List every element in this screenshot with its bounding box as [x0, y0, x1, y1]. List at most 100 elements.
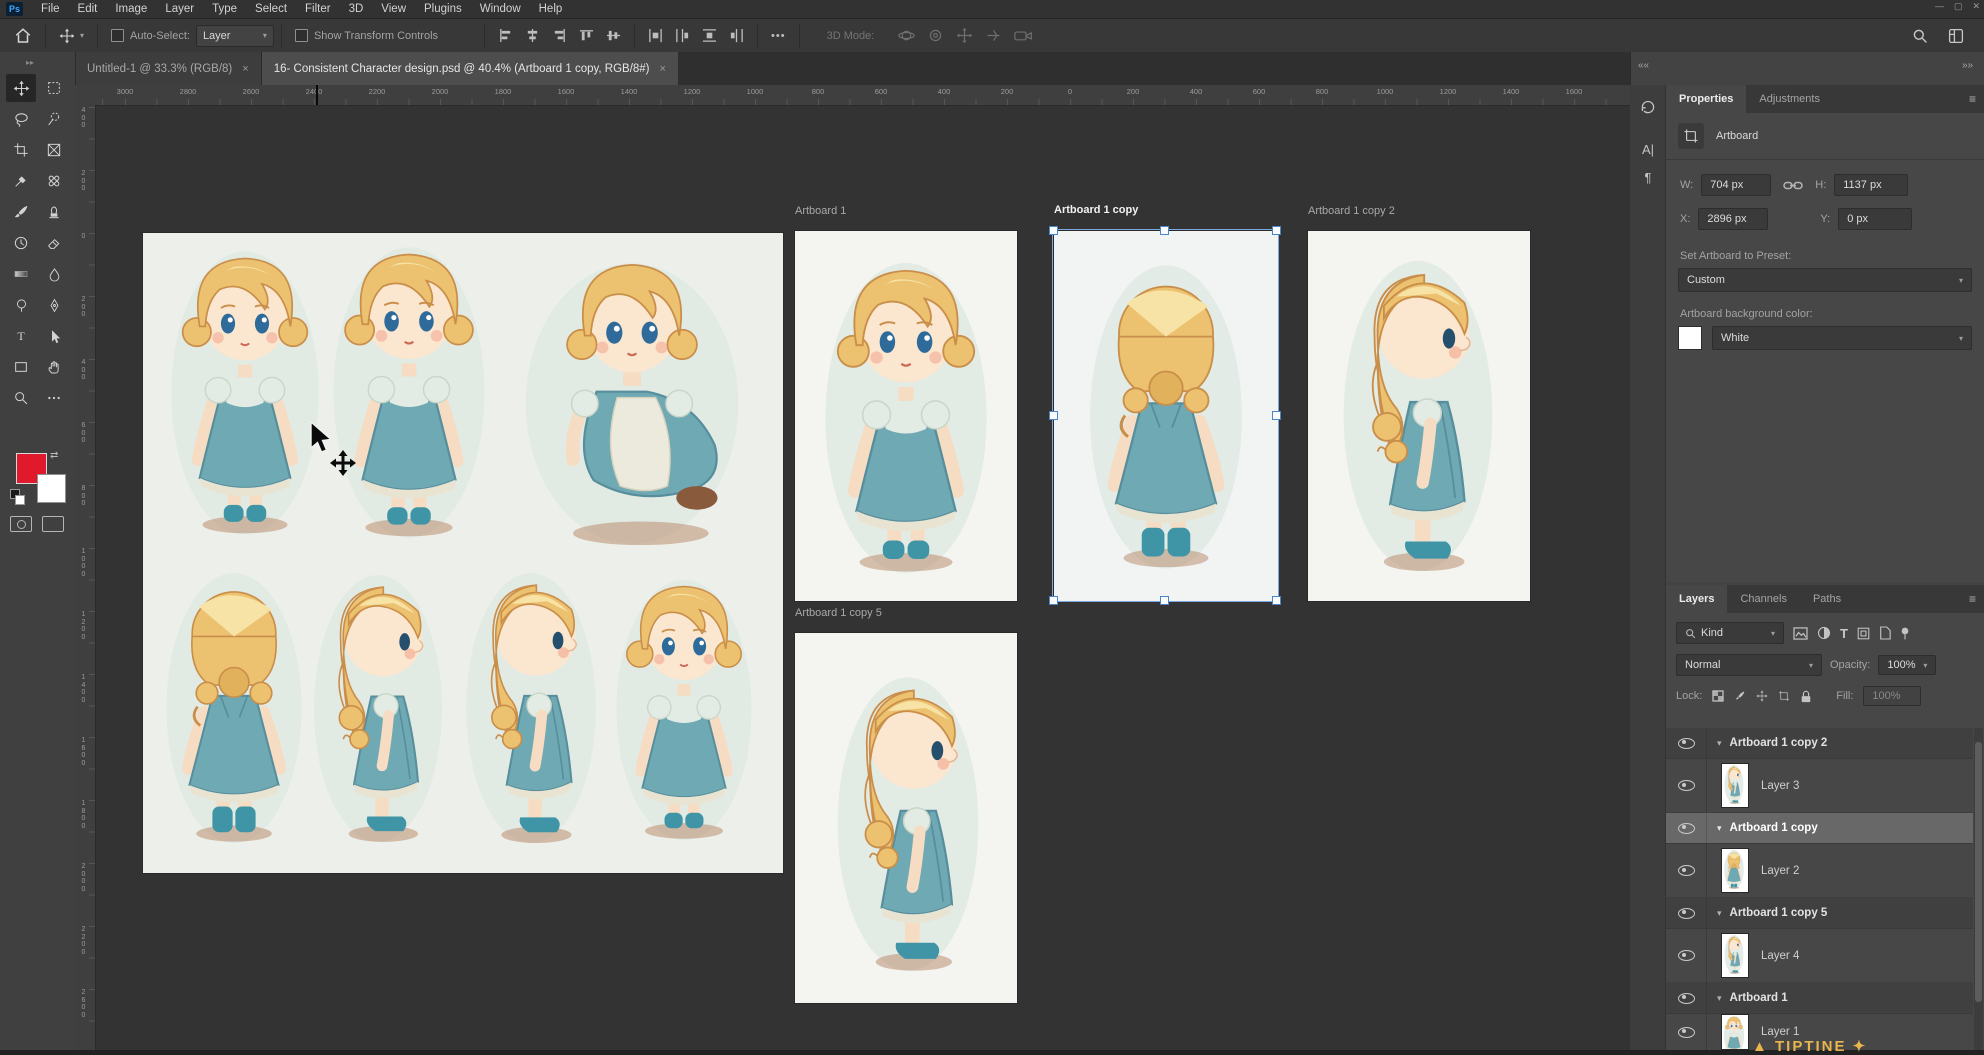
search-icon[interactable] [1906, 23, 1934, 49]
chevron-down-icon[interactable]: ▾ [1717, 993, 1722, 1004]
visibility-toggle[interactable] [1666, 759, 1707, 812]
character-panel-icon[interactable]: A| [1637, 138, 1659, 160]
screen-mode-icon[interactable] [42, 516, 64, 532]
visibility-toggle[interactable] [1666, 844, 1707, 897]
collapse-panels-icon[interactable]: «« [1638, 60, 1649, 71]
visibility-toggle[interactable] [1666, 983, 1707, 1013]
close-icon[interactable]: ✕ [1972, 1, 1980, 12]
swap-colors-icon[interactable]: ⇄ [50, 450, 58, 461]
rectangle-tool-icon[interactable] [6, 353, 36, 381]
preset-dropdown[interactable]: Custom▾ [1678, 268, 1972, 292]
layer-group-row[interactable]: ▾ Artboard 1 copy 2 [1666, 728, 1973, 759]
menu-window[interactable]: Window [471, 0, 530, 18]
show-transform-checkbox[interactable]: Show Transform Controls [289, 23, 444, 49]
quick-mask-icon[interactable] [10, 516, 32, 532]
selection-handle[interactable] [1049, 226, 1058, 235]
selection-handle[interactable] [1049, 596, 1058, 605]
layer-row[interactable]: Layer 2 [1666, 844, 1973, 898]
layer-thumbnail[interactable] [1721, 763, 1749, 808]
tab-close-icon[interactable]: × [660, 63, 666, 75]
chevron-down-icon[interactable]: ▾ [1717, 908, 1722, 919]
align-middle-icon[interactable] [600, 23, 627, 49]
move-tool-option-icon[interactable]: ▾ [53, 23, 90, 49]
filter-adjustment-icon[interactable] [1817, 626, 1831, 640]
lock-all-icon[interactable] [1800, 690, 1812, 703]
layer-group-row[interactable]: ▾ Artboard 1 [1666, 983, 1973, 1014]
toolbar-grip[interactable]: ▸▸ [26, 58, 34, 67]
healing-brush-tool-icon[interactable] [39, 167, 69, 195]
frame-tool-icon[interactable] [39, 136, 69, 164]
group-name[interactable]: Artboard 1 copy 5 [1730, 907, 1828, 919]
dodge-tool-icon[interactable] [6, 291, 36, 319]
tab-adjustments[interactable]: Adjustments [1746, 85, 1833, 113]
workspace-switcher-icon[interactable] [1942, 23, 1970, 49]
home-icon[interactable] [8, 23, 38, 49]
menu-file[interactable]: File [32, 0, 69, 18]
group-name[interactable]: Artboard 1 [1730, 992, 1788, 1004]
opacity-field[interactable]: 100%▾ [1878, 655, 1936, 675]
tab-layers[interactable]: Layers [1666, 585, 1727, 613]
filter-smart-object-icon[interactable] [1879, 626, 1891, 640]
default-colors-icon[interactable] [10, 489, 25, 505]
distribute-h-icon[interactable] [669, 23, 696, 49]
panel-menu-icon[interactable]: ≡ [1969, 592, 1976, 606]
menu-3d[interactable]: 3D [340, 0, 373, 18]
distribute-v-icon[interactable] [696, 23, 723, 49]
layer-thumbnail[interactable] [1721, 933, 1749, 978]
menu-layer[interactable]: Layer [156, 0, 203, 18]
marquee-tool-icon[interactable] [39, 74, 69, 102]
selection-handle[interactable] [1160, 226, 1169, 235]
artboard-bg-dropdown[interactable]: White▾ [1712, 326, 1972, 350]
lock-artboard-icon[interactable] [1778, 690, 1790, 702]
artboard-1-label[interactable]: Artboard 1 [795, 205, 846, 217]
background-color-swatch[interactable] [37, 474, 66, 503]
artboard-1-copy-label[interactable]: Artboard 1 copy [1054, 204, 1138, 216]
distribute-right-icon[interactable] [723, 23, 750, 49]
move-tool-icon[interactable] [6, 74, 36, 102]
height-field[interactable]: 1137 px [1834, 174, 1908, 196]
y-field[interactable]: 0 px [1838, 208, 1912, 230]
quick-select-tool-icon[interactable] [39, 105, 69, 133]
paragraph-panel-icon[interactable]: ¶ [1637, 166, 1659, 188]
more-options-button[interactable]: ••• [765, 23, 792, 49]
path-select-tool-icon[interactable] [39, 322, 69, 350]
selection-handle[interactable] [1272, 226, 1281, 235]
artboard-1-copy-2-label[interactable]: Artboard 1 copy 2 [1308, 205, 1395, 217]
layer-name[interactable]: Layer 4 [1761, 950, 1799, 962]
layer-group-row[interactable]: ▾ Artboard 1 copy 5 [1666, 898, 1973, 929]
chevron-down-icon[interactable]: ▾ [1717, 738, 1722, 749]
menu-filter[interactable]: Filter [296, 0, 340, 18]
link-dimensions-icon[interactable] [1783, 180, 1803, 191]
lock-position-icon[interactable] [1756, 690, 1768, 702]
visibility-toggle[interactable] [1666, 813, 1707, 843]
clone-stamp-tool-icon[interactable] [39, 198, 69, 226]
tab-properties[interactable]: Properties [1666, 85, 1746, 113]
eraser-tool-icon[interactable] [39, 229, 69, 257]
layer-thumbnail[interactable] [1721, 848, 1749, 893]
group-name[interactable]: Artboard 1 copy 2 [1730, 737, 1828, 749]
align-left-icon[interactable] [492, 23, 519, 49]
menu-image[interactable]: Image [106, 0, 156, 18]
visibility-toggle[interactable] [1666, 929, 1707, 982]
align-top-icon[interactable] [573, 23, 600, 49]
align-center-h-icon[interactable] [519, 23, 546, 49]
chevron-down-icon[interactable]: ▾ [1717, 823, 1722, 834]
history-brush-tool-icon[interactable] [6, 229, 36, 257]
checkbox-icon[interactable] [111, 29, 124, 42]
menu-select[interactable]: Select [246, 0, 296, 18]
eyedropper-tool-icon[interactable] [6, 167, 36, 195]
lock-transparency-icon[interactable] [1712, 690, 1724, 702]
layer-thumbnail[interactable] [1721, 1014, 1749, 1050]
menu-help[interactable]: Help [530, 0, 572, 18]
filter-shape-icon[interactable] [1857, 627, 1870, 640]
menu-view[interactable]: View [372, 0, 415, 18]
artboard-1-copy-5-label[interactable]: Artboard 1 copy 5 [795, 607, 882, 619]
selection-handle[interactable] [1160, 596, 1169, 605]
maximize-icon[interactable]: ▢ [1954, 1, 1963, 12]
x-field[interactable]: 2896 px [1698, 208, 1768, 230]
lock-pixels-icon[interactable] [1734, 690, 1746, 702]
tab-close-icon[interactable]: × [242, 63, 248, 75]
gradient-tool-icon[interactable] [6, 260, 36, 288]
filter-type-icon[interactable]: T [1840, 626, 1848, 641]
auto-select-checkbox[interactable]: Auto-Select: [105, 23, 196, 49]
